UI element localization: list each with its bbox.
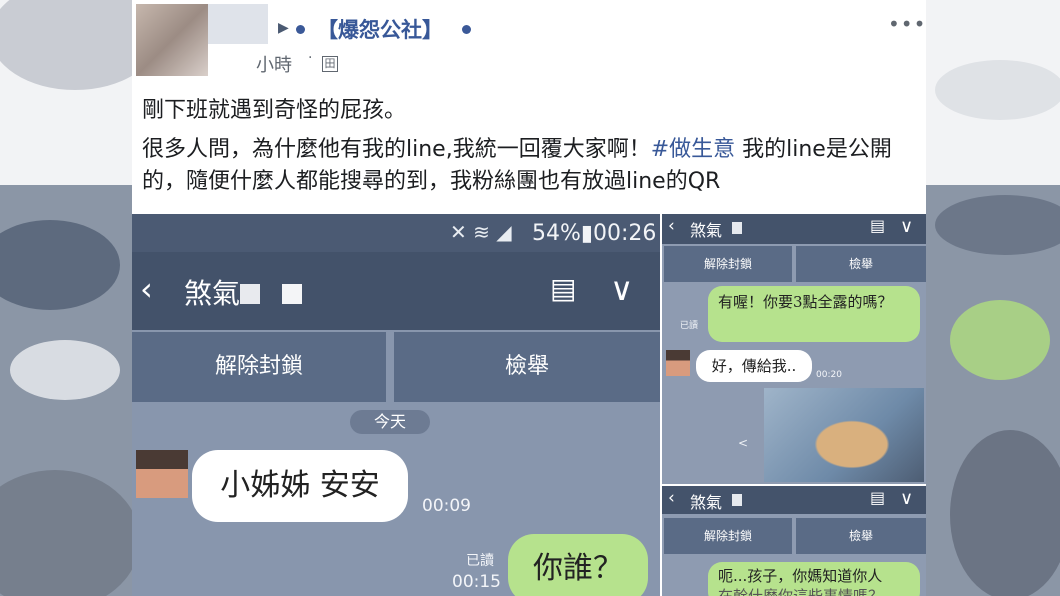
status-bar: ✕ ≋ ◢ 54%▮00:26 [132, 214, 660, 252]
censor-block [240, 284, 260, 304]
chat-navbar: ‹ 煞氣 ▤ ∨ [662, 214, 926, 244]
report-button[interactable]: 檢舉 [796, 518, 926, 554]
more-options-icon[interactable]: ••• [888, 12, 926, 36]
outgoing-message: 有喔！你要3點全露的嗎？ [708, 286, 920, 342]
message-time: 00:15 [452, 572, 501, 592]
hashtag-link[interactable]: #做生意 [651, 137, 735, 162]
chat-screenshot-main: ✕ ≋ ◢ 54%▮00:26 ‹ 煞氣 ▤ ∨ 解除封鎖 檢舉 今天 小姊姊 … [132, 214, 660, 596]
shared-photo[interactable] [764, 388, 924, 482]
post-timestamp[interactable]: 小時 [256, 51, 292, 77]
battery-time: 54%▮00:26 [532, 221, 657, 246]
date-separator: 今天 [350, 410, 430, 434]
list-icon[interactable]: ▤ [870, 488, 885, 507]
audience-icon[interactable]: 田 [322, 56, 338, 72]
chat-screenshot-second: ‹ 煞氣 ▤ ∨ 解除封鎖 檢舉 有喔！你要3點全露的嗎？ 已讀 好，傳給我..… [662, 214, 926, 484]
chat-navbar: ‹ 煞氣 ▤ ∨ [132, 252, 660, 330]
post-header: ▶ 【爆怨公社】 ••• 小時 · 田 [132, 0, 926, 88]
list-icon[interactable]: ▤ [870, 216, 885, 235]
unblock-button[interactable]: 解除封鎖 [664, 246, 792, 282]
page-name-link[interactable]: 【爆怨公社】 [317, 14, 443, 44]
post-text-part: 很多人問，為什麼他有我的line,我統一回覆大家啊！ [142, 137, 651, 162]
chat-navbar: ‹ 煞氣 ▤ ∨ [662, 486, 926, 514]
incoming-message: 好，傳給我.. [696, 350, 812, 382]
contact-avatar [666, 350, 690, 376]
censor-block [732, 494, 742, 506]
avatar[interactable] [136, 4, 268, 76]
read-receipt: 已讀 [680, 321, 699, 331]
outgoing-message: 你誰？ [508, 534, 648, 596]
back-icon[interactable]: ‹ [140, 270, 153, 308]
read-receipt: 已讀 [466, 553, 494, 569]
post-text-body: 很多人問，為什麼他有我的line,我統一回覆大家啊！#做生意 我的line是公開… [142, 134, 922, 198]
incoming-message: 小姊姊 安安 [192, 450, 408, 522]
report-button[interactable]: 檢舉 [394, 332, 660, 402]
status-icons: ✕ ≋ ◢ [450, 220, 512, 244]
back-icon[interactable]: ‹ [668, 216, 675, 236]
dot-icon [462, 25, 471, 34]
unblock-button[interactable]: 解除封鎖 [664, 518, 792, 554]
list-icon[interactable]: ▤ [550, 272, 576, 305]
outgoing-message: 呃...孩子，你媽知道你人 在幹什麼你這些事情嗎？ [708, 562, 920, 596]
unblock-button[interactable]: 解除封鎖 [132, 332, 386, 402]
post-text-line1: 剛下班就遇到奇怪的屁孩。 [142, 98, 407, 123]
back-icon[interactable]: ‹ [668, 488, 675, 508]
contact-name: 煞氣 [184, 277, 241, 310]
chevron-down-icon[interactable]: ∨ [900, 488, 913, 509]
chevron-down-icon[interactable]: ∨ [900, 216, 913, 237]
contact-avatar [136, 450, 188, 498]
share-icon[interactable]: < [738, 436, 748, 450]
censor-block [732, 222, 742, 234]
message-time: 00:09 [422, 496, 471, 516]
message-line: 在幹什麼你這些事情嗎？ [718, 587, 884, 596]
contact-name: 煞氣 [690, 493, 723, 512]
report-button[interactable]: 檢舉 [796, 246, 926, 282]
dot-icon [296, 25, 305, 34]
message-time: 00:20 [816, 370, 842, 380]
censor-block [282, 284, 302, 304]
chevron-down-icon[interactable]: ∨ [610, 270, 633, 308]
share-arrow-icon: ▶ [278, 20, 289, 36]
message-line: 呃...孩子，你媽知道你人 [718, 567, 883, 585]
facebook-post: ▶ 【爆怨公社】 ••• 小時 · 田 剛下班就遇到奇怪的屁孩。 很多人問，為什… [132, 0, 926, 596]
contact-name: 煞氣 [690, 221, 723, 240]
chat-screenshot-third: ‹ 煞氣 ▤ ∨ 解除封鎖 檢舉 呃...孩子，你媽知道你人 在幹什麼你這些事情… [662, 486, 926, 596]
separator: · [308, 50, 313, 66]
